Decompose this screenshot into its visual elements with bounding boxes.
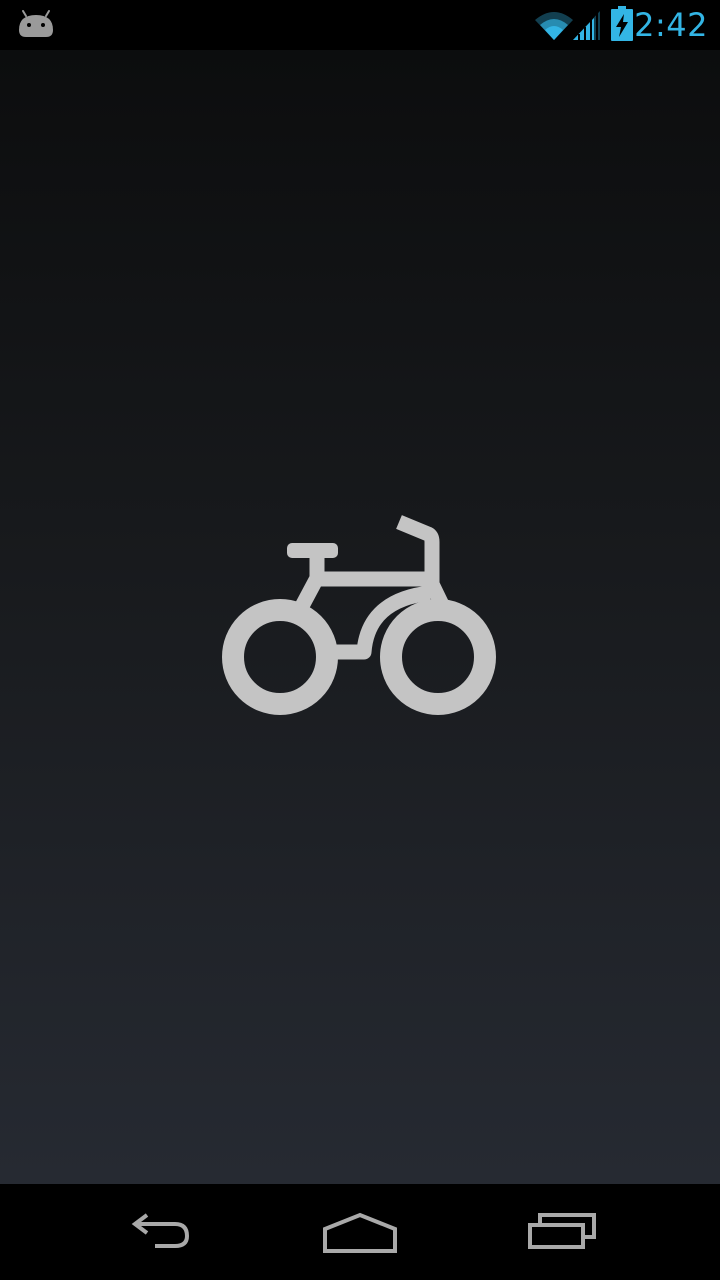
home-button[interactable] [305, 1202, 415, 1262]
recents-icon [528, 1213, 596, 1249]
battery-charging-icon [611, 6, 633, 41]
navigation-bar [0, 1184, 720, 1280]
home-icon [323, 1212, 397, 1253]
screen: 2:42 [0, 0, 720, 1280]
android-icon [19, 10, 53, 37]
wifi-icon [535, 12, 573, 40]
signal-icon [573, 11, 600, 40]
back-button[interactable] [105, 1202, 215, 1262]
main-content [0, 50, 720, 1184]
bicycle-icon [222, 515, 496, 715]
status-clock: 2:42 [634, 6, 708, 44]
back-icon [131, 1213, 190, 1248]
status-bar: 2:42 [0, 0, 720, 50]
recents-button[interactable] [507, 1202, 617, 1262]
